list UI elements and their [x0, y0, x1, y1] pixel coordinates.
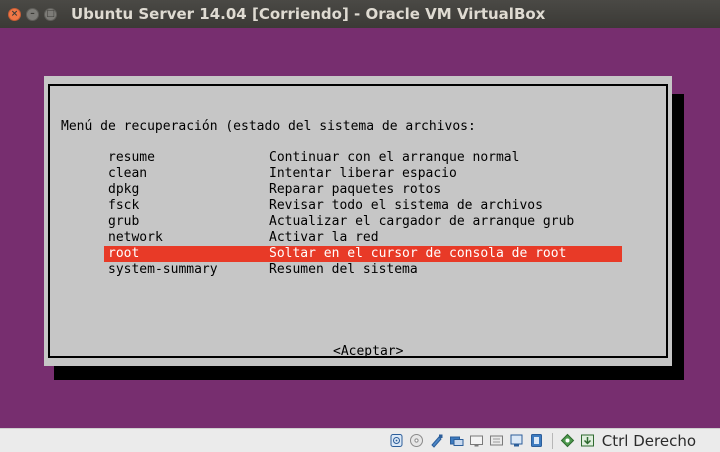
menu-item-dpkg[interactable]: dpkg Reparar paquetes rotos: [104, 182, 622, 198]
usb-icon[interactable]: [429, 433, 445, 449]
maximize-button[interactable]: □: [44, 7, 57, 21]
recovery-menu-dialog: Menú de recuperación (estado del sistema…: [44, 76, 672, 366]
menu-item-description: Revisar todo el sistema de archivos: [269, 198, 543, 213]
close-button[interactable]: ×: [8, 7, 21, 21]
optical-drive-icon[interactable]: [409, 433, 425, 449]
close-icon: ×: [10, 8, 19, 19]
keyboard-icon[interactable]: [580, 433, 596, 449]
menu-item-key: clean: [108, 166, 148, 181]
statusbar-icons: [389, 432, 596, 449]
window-titlebar: × – □ Ubuntu Server 14.04 [Corriendo] - …: [0, 0, 720, 28]
recovery-menu: resume Continuar con el arranque normal …: [104, 150, 622, 278]
menu-item-key: network: [108, 230, 163, 245]
network-icon[interactable]: [509, 433, 525, 449]
menu-item-key: resume: [108, 150, 155, 165]
video-capture-icon[interactable]: [489, 433, 505, 449]
mouse-integration-icon[interactable]: [560, 433, 576, 449]
menu-item-resume[interactable]: resume Continuar con el arranque normal: [104, 150, 622, 166]
menu-item-description: Intentar liberar espacio: [269, 166, 457, 181]
hard-disk-icon[interactable]: [389, 433, 405, 449]
menu-item-description: Reparar paquetes rotos: [269, 182, 442, 197]
window-title: Ubuntu Server 14.04 [Corriendo] - Oracle…: [71, 5, 546, 23]
menu-item-network[interactable]: network Activar la red: [104, 230, 622, 246]
host-key-label: Ctrl Derecho: [601, 431, 696, 450]
menu-item-system-summary[interactable]: system-summary Resumen del sistema: [104, 262, 622, 278]
vm-display[interactable]: Menú de recuperación (estado del sistema…: [0, 28, 720, 428]
menu-item-key: root: [108, 246, 140, 261]
dialog-title: Menú de recuperación (estado del sistema…: [61, 119, 476, 134]
statusbar: Ctrl Derecho: [0, 428, 720, 452]
menu-item-key: fsck: [108, 198, 140, 213]
cpu-icon[interactable]: [529, 433, 545, 449]
menu-item-description: Soltar en el cursor de consola de root: [269, 246, 567, 261]
menu-item-root[interactable]: root Soltar en el cursor de consola de r…: [104, 246, 622, 262]
display-icon[interactable]: [469, 433, 485, 449]
minimize-icon: –: [30, 8, 35, 19]
accept-button[interactable]: <Aceptar>: [333, 344, 403, 359]
menu-item-key: grub: [108, 214, 140, 229]
menu-item-key: system-summary: [108, 262, 218, 277]
menu-item-description: Actualizar el cargador de arranque grub: [269, 214, 575, 229]
menu-item-description: Activar la red: [269, 230, 379, 245]
shared-folders-icon[interactable]: [449, 433, 465, 449]
maximize-icon: □: [46, 8, 55, 19]
window-controls: × – □: [8, 7, 57, 21]
menu-item-grub[interactable]: grub Actualizar el cargador de arranque …: [104, 214, 622, 230]
minimize-button[interactable]: –: [26, 7, 39, 21]
statusbar-separator: [551, 432, 553, 449]
menu-item-fsck[interactable]: fsck Revisar todo el sistema de archivos: [104, 198, 622, 214]
menu-item-clean[interactable]: clean Intentar liberar espacio: [104, 166, 622, 182]
menu-item-description: Resumen del sistema: [269, 262, 418, 277]
menu-item-key: dpkg: [108, 182, 140, 197]
menu-item-description: Continuar con el arranque normal: [269, 150, 520, 165]
